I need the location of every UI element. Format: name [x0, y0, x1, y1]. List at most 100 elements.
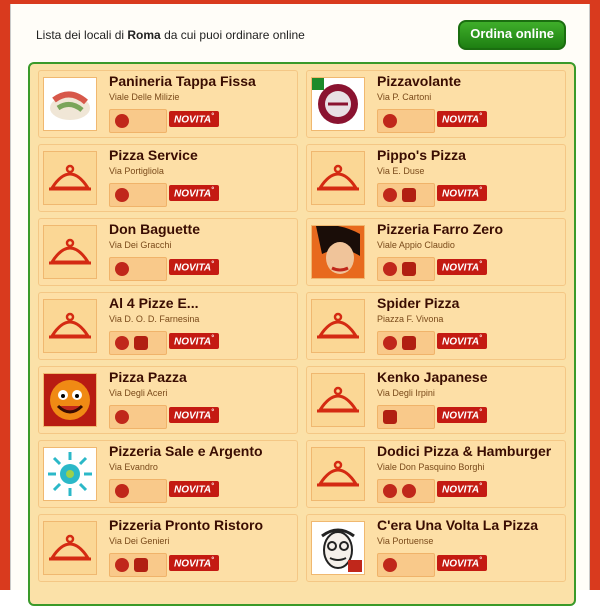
header-text-after: da cui puoi ordinare online: [160, 28, 305, 42]
food-category-icons: [109, 479, 167, 503]
order-online-button[interactable]: Ordina online: [458, 20, 566, 50]
novita-badge: NOVITA°: [169, 259, 219, 276]
header-text: Lista dei locali di Roma da cui puoi ord…: [36, 28, 305, 42]
degree-mark: °: [479, 409, 482, 416]
restaurant-address: Via Evandro: [109, 462, 158, 472]
restaurant-card[interactable]: Pizzeria Pronto Ristoro Via Dei Genieri NO…: [38, 514, 298, 582]
cloche-icon[interactable]: [311, 447, 365, 501]
degree-mark: °: [211, 113, 214, 120]
restaurant-name[interactable]: Spider Pizza: [377, 295, 459, 311]
restaurant-name[interactable]: C'era Una Volta La Pizza: [377, 517, 538, 533]
restaurant-card[interactable]: Al 4 Pizze E... Via D. O. D. Farnesina NOV…: [38, 292, 298, 360]
pizza-slice-icon: [383, 262, 397, 276]
novita-badge: NOVITA°: [437, 555, 487, 572]
novita-badge: NOVITA°: [169, 481, 219, 498]
novita-badge: NOVITA°: [437, 481, 487, 498]
cloche-icon[interactable]: [43, 151, 97, 205]
pizza-slice-icon: [383, 558, 397, 572]
restaurant-name[interactable]: Panineria Tappa Fissa: [109, 73, 256, 89]
novita-badge: NOVITA°: [169, 555, 219, 572]
degree-mark: °: [479, 261, 482, 268]
novita-badge: NOVITA°: [437, 407, 487, 424]
restaurant-address: Viale Appio Claudio: [377, 240, 455, 250]
restaurant-name[interactable]: Don Baguette: [109, 221, 200, 237]
restaurant-card[interactable]: Pizzeria Farro Zero Viale Appio Claudio NO…: [306, 218, 566, 286]
pizza-slice-icon: [383, 114, 397, 128]
restaurant-card[interactable]: Spider Pizza Piazza F. Vivona NOVITA°: [306, 292, 566, 360]
restaurant-name[interactable]: Pizzavolante: [377, 73, 461, 89]
burger-icon: [115, 114, 129, 128]
restaurant-name[interactable]: Dodici Pizza & Hamburger: [377, 443, 551, 459]
restaurant-name[interactable]: Pizzeria Pronto Ristoro: [109, 517, 263, 533]
cloche-icon[interactable]: [43, 225, 97, 279]
novita-badge: NOVITA°: [437, 259, 487, 276]
restaurant-logo[interactable]: [311, 225, 365, 279]
restaurant-logo[interactable]: [311, 521, 365, 575]
food-category-icons: [109, 183, 167, 207]
left-border: [0, 0, 10, 590]
novita-label: NOVITA: [174, 410, 212, 422]
novita-label: NOVITA: [174, 188, 212, 200]
degree-mark: °: [479, 557, 482, 564]
restaurant-card[interactable]: Pizza Service Via Portigliola NOVITA°: [38, 144, 298, 212]
restaurant-address: Via Degli Aceri: [109, 388, 168, 398]
food-category-icons: [109, 553, 167, 577]
cloche-icon[interactable]: [311, 299, 365, 353]
restaurant-logo[interactable]: [43, 447, 97, 501]
food-category-icons: [377, 331, 435, 355]
degree-mark: °: [211, 557, 214, 564]
restaurant-address: Piazza F. Vivona: [377, 314, 444, 324]
novita-label: NOVITA: [174, 558, 212, 570]
cloche-icon[interactable]: [311, 151, 365, 205]
novita-label: NOVITA: [442, 558, 480, 570]
restaurant-card[interactable]: C'era Una Volta La Pizza Via Portuense NOV…: [306, 514, 566, 582]
restaurant-name[interactable]: Pizzeria Sale e Argento: [109, 443, 263, 459]
restaurant-logo[interactable]: [311, 77, 365, 131]
novita-label: NOVITA: [442, 336, 480, 348]
food-category-icons: [377, 405, 435, 429]
restaurant-address: Viale Delle Milizie: [109, 92, 180, 102]
restaurant-card[interactable]: Dodici Pizza & Hamburger Viale Don Pasqui…: [306, 440, 566, 508]
restaurant-address: Via Dei Gracchi: [109, 240, 172, 250]
novita-badge: NOVITA°: [169, 407, 219, 424]
pizza-slice-icon: [383, 188, 397, 202]
degree-mark: °: [211, 187, 214, 194]
food-category-icons: [377, 479, 435, 503]
degree-mark: °: [479, 335, 482, 342]
cloche-icon[interactable]: [43, 521, 97, 575]
pizza-slice-icon: [383, 336, 397, 350]
restaurant-address: Via D. O. D. Farnesina: [109, 314, 200, 324]
restaurant-card[interactable]: Panineria Tappa Fissa Viale Delle Milizie…: [38, 70, 298, 138]
restaurant-address: Via Degli Irpini: [377, 388, 435, 398]
restaurant-address: Via Dei Genieri: [109, 536, 170, 546]
burger-icon: [402, 484, 416, 498]
pizza-slice-icon: [115, 188, 129, 202]
restaurant-name[interactable]: Pizza Pazza: [109, 369, 187, 385]
novita-label: NOVITA: [174, 484, 212, 496]
restaurant-logo[interactable]: [43, 77, 97, 131]
restaurant-card[interactable]: Pizzavolante Via P. Cartoni NOVITA°: [306, 70, 566, 138]
restaurant-list-panel: Panineria Tappa Fissa Viale Delle Milizie…: [28, 62, 576, 606]
restaurant-card[interactable]: Pizza Pazza Via Degli Aceri NOVITA°: [38, 366, 298, 434]
food-category-icons: [109, 109, 167, 133]
restaurant-name[interactable]: Al 4 Pizze E...: [109, 295, 198, 311]
degree-mark: °: [211, 335, 214, 342]
restaurant-name[interactable]: Pizza Service: [109, 147, 198, 163]
restaurant-name[interactable]: Pippo's Pizza: [377, 147, 466, 163]
restaurant-card[interactable]: Don Baguette Via Dei Gracchi NOVITA°: [38, 218, 298, 286]
header-text-before: Lista dei locali di: [36, 28, 128, 42]
restaurant-card[interactable]: Pippo's Pizza Via E. Duse NOVITA°: [306, 144, 566, 212]
novita-label: NOVITA: [174, 336, 212, 348]
restaurant-name[interactable]: Kenko Japanese: [377, 369, 488, 385]
cloche-icon[interactable]: [43, 299, 97, 353]
restaurant-logo[interactable]: [43, 373, 97, 427]
restaurant-name[interactable]: Pizzeria Farro Zero: [377, 221, 503, 237]
restaurant-card[interactable]: Pizzeria Sale e Argento Via Evandro NOVITA…: [38, 440, 298, 508]
list-header: Lista dei locali di Roma da cui puoi ord…: [24, 20, 574, 52]
novita-badge: NOVITA°: [169, 333, 219, 350]
cloche-icon[interactable]: [311, 373, 365, 427]
novita-badge: NOVITA°: [169, 111, 219, 128]
degree-mark: °: [479, 483, 482, 490]
restaurant-card[interactable]: Kenko Japanese Via Degli Irpini NOVITA°: [306, 366, 566, 434]
restaurant-address: Via P. Cartoni: [377, 92, 432, 102]
